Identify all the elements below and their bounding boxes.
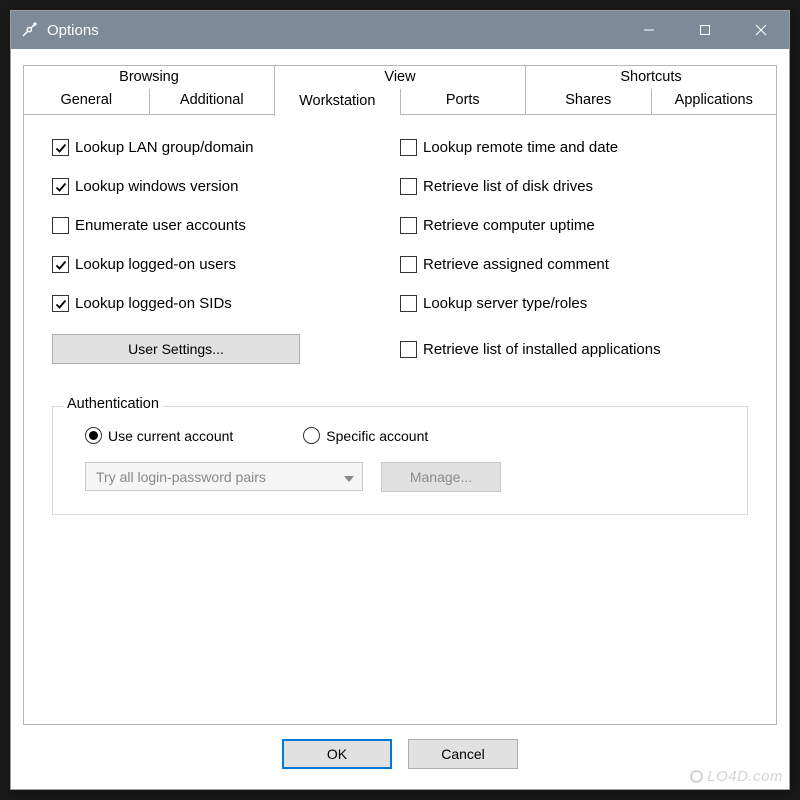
tab-label: Browsing (119, 69, 179, 85)
minimize-button[interactable] (621, 11, 677, 49)
tab-view[interactable]: View (274, 65, 525, 89)
checkbox-label: Retrieve list of installed applications (423, 341, 661, 358)
user-settings-button[interactable]: User Settings... (52, 334, 300, 364)
titlebar[interactable]: Options (11, 11, 789, 49)
tab-workstation[interactable]: Workstation (274, 89, 400, 116)
radio-specific-account[interactable]: Specific account (303, 427, 428, 444)
tab-strip: Browsing View Shortcuts General Addition… (23, 65, 777, 115)
checkbox-retrieve-installed-applications[interactable]: Retrieve list of installed applications (400, 334, 748, 364)
checkbox-lookup-windows-version[interactable]: Lookup windows version (52, 178, 400, 195)
options-window: Options Browsing View Shortcuts General … (10, 10, 790, 790)
checkbox-retrieve-assigned-comment[interactable]: Retrieve assigned comment (400, 256, 748, 273)
tab-panel-workstation: Lookup LAN group/domain Lookup remote ti… (23, 114, 777, 725)
checkbox-label: Enumerate user accounts (75, 217, 246, 234)
checkbox-lookup-logged-on-users[interactable]: Lookup logged-on users (52, 256, 400, 273)
tab-label: View (384, 69, 415, 85)
checkbox-label: Lookup remote time and date (423, 139, 618, 156)
tab-shares[interactable]: Shares (525, 89, 651, 115)
checkbox-enumerate-user-accounts[interactable]: Enumerate user accounts (52, 217, 400, 234)
tab-ports[interactable]: Ports (400, 89, 526, 115)
maximize-button[interactable] (677, 11, 733, 49)
checkbox-label: Retrieve computer uptime (423, 217, 595, 234)
tab-browsing[interactable]: Browsing (23, 65, 274, 89)
radio-icon (85, 427, 102, 444)
options-grid: Lookup LAN group/domain Lookup remote ti… (52, 139, 748, 364)
tab-label: Shares (565, 92, 611, 108)
checkbox-icon (52, 178, 69, 195)
checkbox-label: Lookup logged-on users (75, 256, 236, 273)
tab-label: General (60, 92, 112, 108)
checkbox-lookup-server-type-roles[interactable]: Lookup server type/roles (400, 295, 748, 312)
close-button[interactable] (733, 11, 789, 49)
authentication-group: Authentication Use current account Speci… (52, 406, 748, 515)
checkbox-lookup-remote-time[interactable]: Lookup remote time and date (400, 139, 748, 156)
checkbox-icon (400, 139, 417, 156)
chevron-down-icon (344, 469, 354, 485)
tab-additional[interactable]: Additional (149, 89, 275, 115)
checkbox-label: Lookup server type/roles (423, 295, 587, 312)
group-legend: Authentication (63, 396, 163, 412)
tab-label: Ports (446, 92, 480, 108)
dropdown-value: Try all login-password pairs (96, 469, 266, 485)
app-icon (19, 20, 39, 40)
tab-shortcuts[interactable]: Shortcuts (525, 65, 777, 89)
ok-button[interactable]: OK (282, 739, 392, 769)
checkbox-label: Retrieve list of disk drives (423, 178, 593, 195)
radio-label: Use current account (108, 428, 233, 444)
button-label: Manage... (410, 469, 472, 485)
tab-label: Applications (675, 92, 753, 108)
tab-label: Workstation (299, 93, 375, 109)
checkbox-icon (52, 139, 69, 156)
checkbox-icon (400, 341, 417, 358)
manage-button[interactable]: Manage... (381, 462, 501, 492)
window-title: Options (47, 22, 99, 39)
button-label: User Settings... (128, 341, 224, 357)
checkbox-lookup-lan-group[interactable]: Lookup LAN group/domain (52, 139, 400, 156)
button-label: Cancel (441, 746, 485, 762)
checkbox-label: Lookup logged-on SIDs (75, 295, 232, 312)
radio-use-current-account[interactable]: Use current account (85, 427, 233, 444)
client-area: Browsing View Shortcuts General Addition… (11, 49, 789, 789)
tab-general[interactable]: General (23, 89, 149, 115)
checkbox-icon (400, 295, 417, 312)
checkbox-retrieve-computer-uptime[interactable]: Retrieve computer uptime (400, 217, 748, 234)
checkbox-icon (52, 295, 69, 312)
dialog-footer: OK Cancel (23, 725, 777, 779)
cancel-button[interactable]: Cancel (408, 739, 518, 769)
login-pairs-dropdown[interactable]: Try all login-password pairs (85, 462, 363, 491)
checkbox-icon (52, 217, 69, 234)
tab-label: Shortcuts (620, 69, 681, 85)
checkbox-icon (400, 256, 417, 273)
tab-label: Additional (180, 92, 244, 108)
checkbox-label: Lookup LAN group/domain (75, 139, 253, 156)
button-label: OK (327, 746, 347, 762)
checkbox-icon (52, 256, 69, 273)
checkbox-lookup-logged-on-sids[interactable]: Lookup logged-on SIDs (52, 295, 400, 312)
radio-icon (303, 427, 320, 444)
checkbox-icon (400, 217, 417, 234)
tab-applications[interactable]: Applications (651, 89, 778, 115)
checkbox-icon (400, 178, 417, 195)
checkbox-label: Retrieve assigned comment (423, 256, 609, 273)
checkbox-retrieve-disk-drives[interactable]: Retrieve list of disk drives (400, 178, 748, 195)
checkbox-label: Lookup windows version (75, 178, 238, 195)
radio-label: Specific account (326, 428, 428, 444)
